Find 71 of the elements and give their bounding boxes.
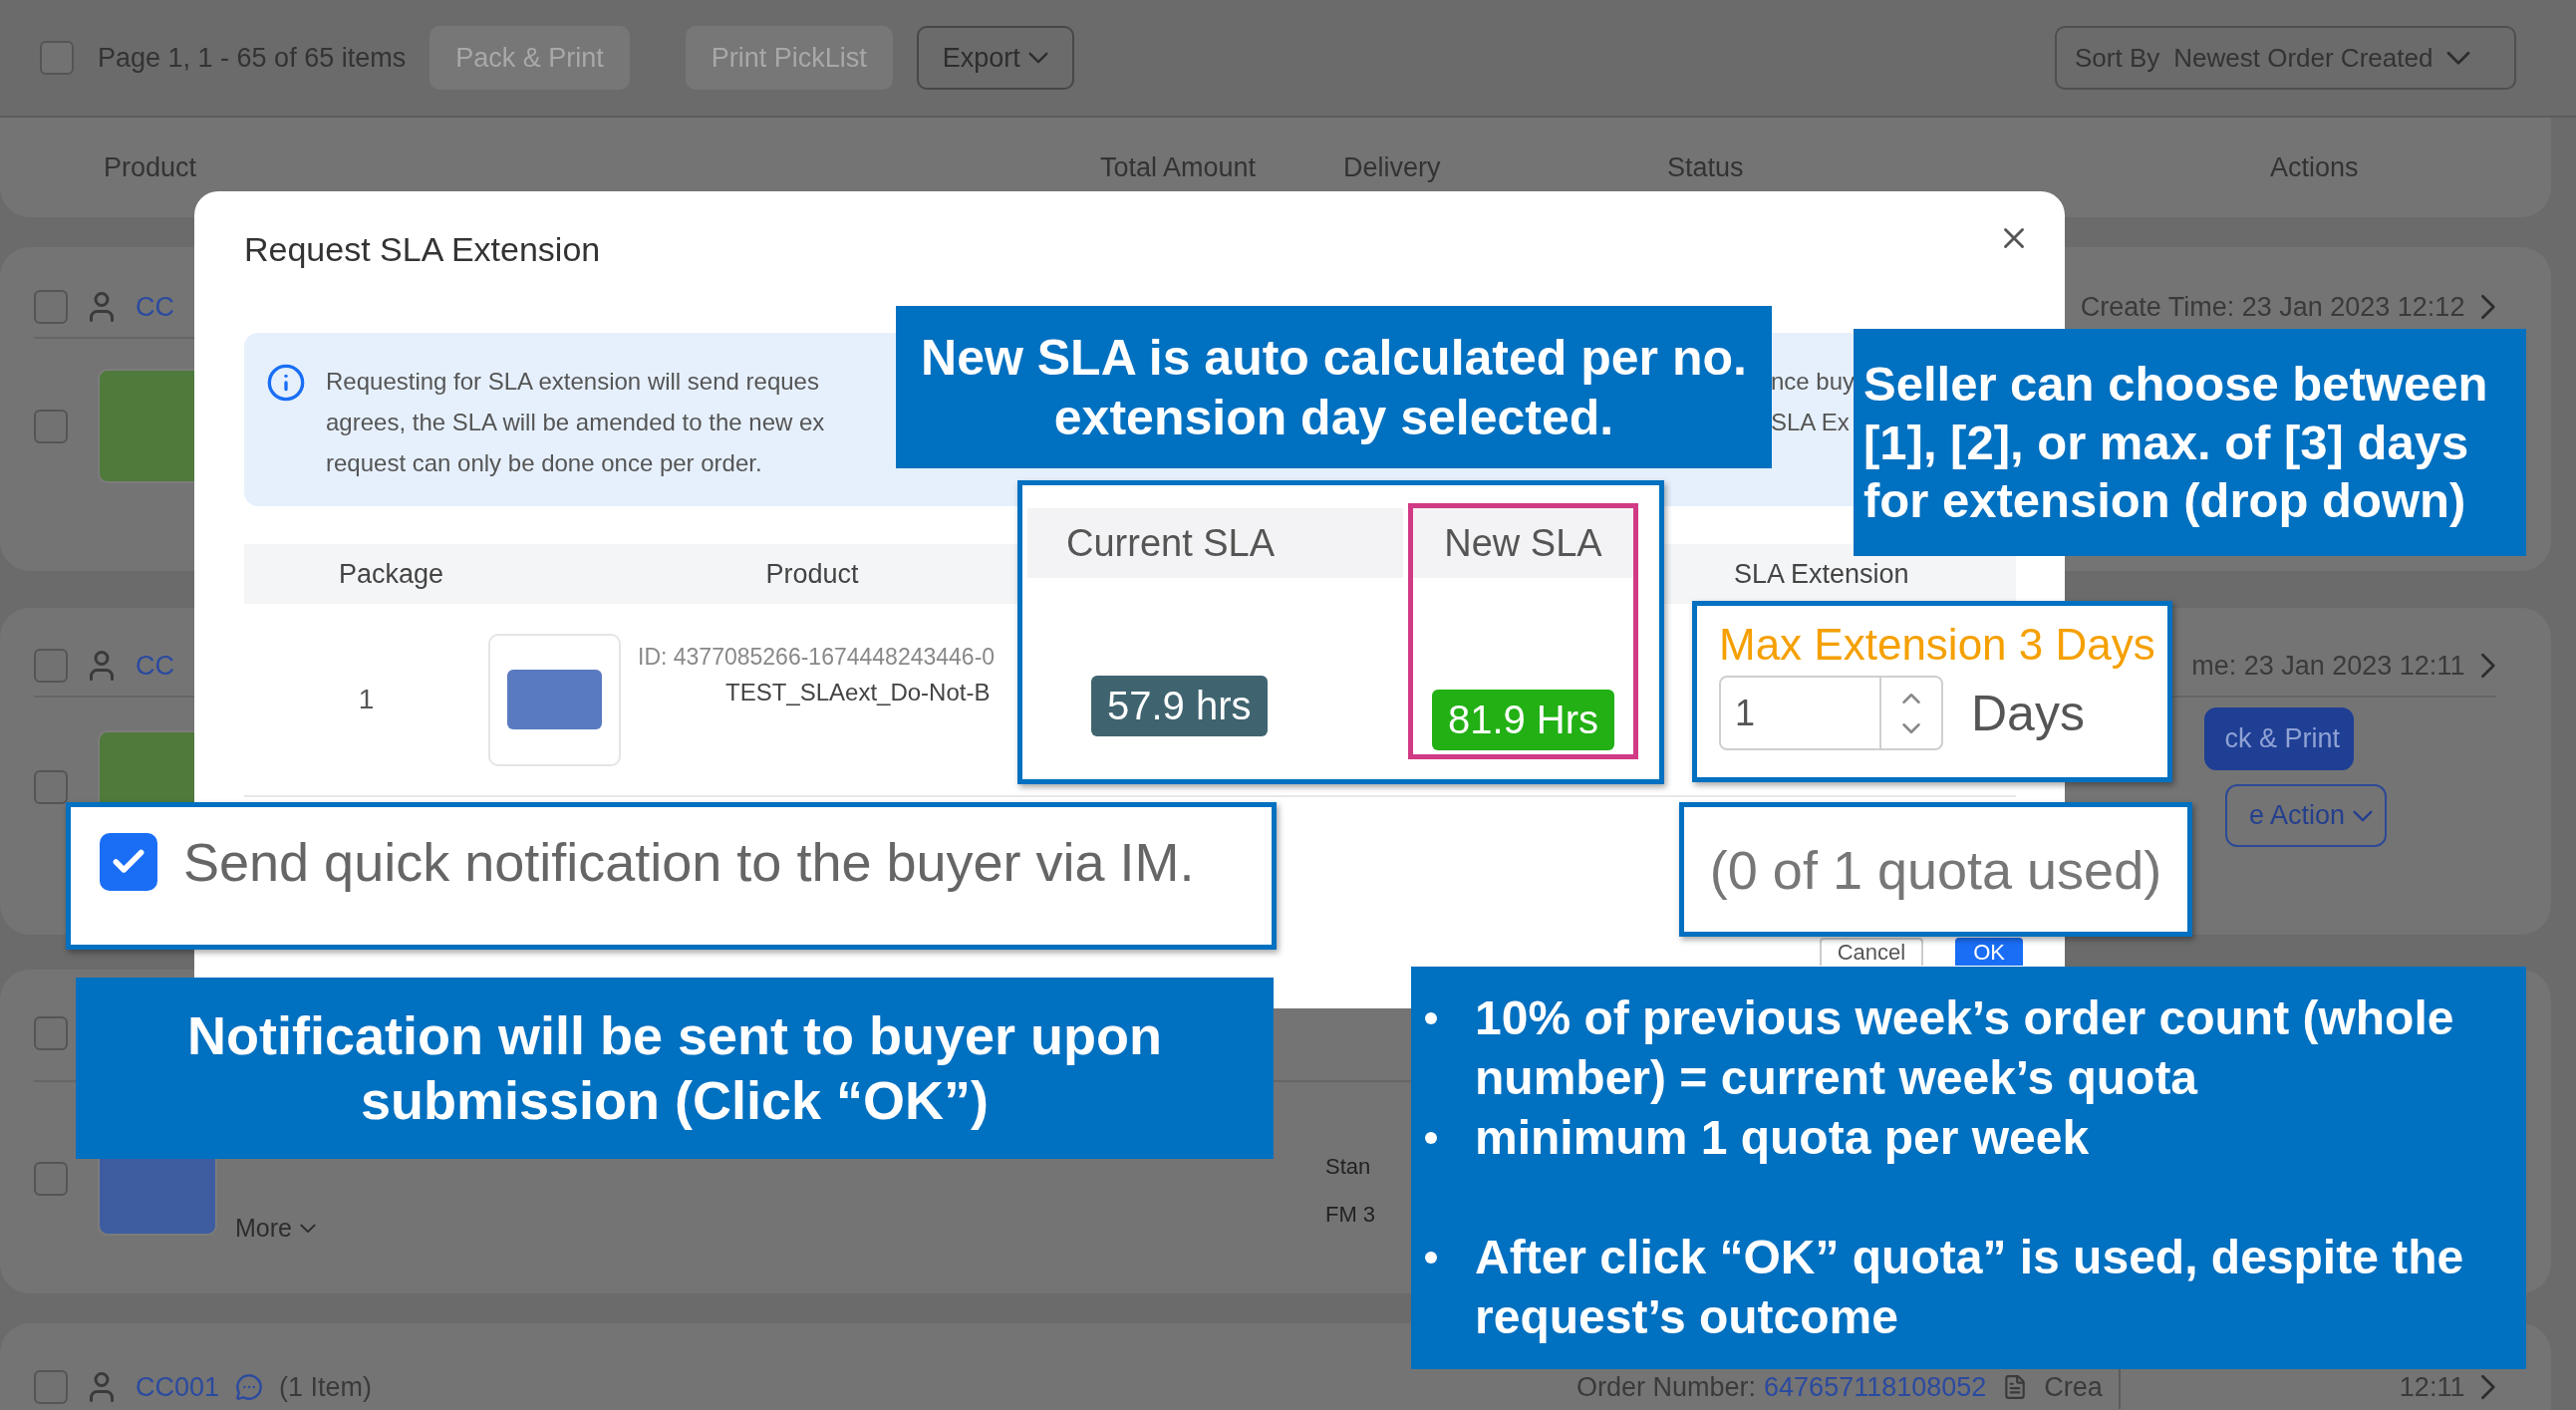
buyer-link[interactable]: CC (136, 650, 174, 682)
info-text: request can only be done once per order. (326, 448, 763, 478)
callout-note: New SLA is auto calculated per no. extension day selected. (896, 306, 1772, 468)
checkbox[interactable] (34, 1370, 68, 1404)
sla-badge: 81.9 Hrs (1431, 690, 1615, 750)
product-id: ID: 4377085266-1674448243446-0 (638, 644, 997, 671)
checkbox[interactable] (34, 1016, 68, 1050)
sort-dropdown[interactable]: Sort By Newest Order Created (2055, 26, 2516, 90)
column-header: Product (764, 558, 860, 590)
info-text: Requesting for SLA extension will send reques (326, 367, 820, 397)
chevron-down-icon (2446, 50, 2471, 66)
chevron-right-icon[interactable] (2480, 653, 2496, 679)
chevron-down-icon (2353, 809, 2373, 822)
column-header: Package (337, 558, 445, 590)
checkbox[interactable] (34, 1161, 68, 1196)
sla-badge: 57.9 hrs (1091, 676, 1268, 736)
info-text: SLA Ex (1771, 408, 1851, 437)
checkbox[interactable] (34, 649, 68, 683)
chevron-down-icon (299, 1223, 316, 1234)
callout-note: Notification will be sent to buyer upon submission (Click “OK”) (76, 978, 1274, 1159)
checkbox[interactable] (40, 41, 74, 75)
column-header: Current SLA (1027, 508, 1403, 578)
package-number: 1 (357, 684, 376, 715)
buyer-link[interactable]: CC001 (136, 1371, 220, 1403)
days-input[interactable]: 1 (1719, 676, 1943, 750)
checkbox-label: Send quick notification to the buyer via IM. (183, 833, 1195, 891)
chevron-down-icon (1027, 52, 1048, 64)
ok-button[interactable]: OK (1955, 938, 2023, 966)
order-number-label: Order Number: (1576, 1371, 1757, 1403)
note-text: minimum 1 quota per week (1475, 1110, 2090, 1166)
column-header: SLA Extension (1734, 558, 1910, 590)
column-header: Actions (2270, 151, 2360, 183)
buyer-link[interactable]: CC (136, 291, 174, 323)
delivery-text: Stan (1324, 1154, 1372, 1180)
item-count: (1 Item) (279, 1371, 373, 1403)
dialog-title: Request SLA Extension (244, 229, 602, 270)
order-number-link[interactable]: 647657118108052 (1764, 1371, 1987, 1403)
checkbox[interactable] (34, 770, 68, 804)
bullet-icon (1425, 1132, 1437, 1144)
create-time: Crea (2044, 1371, 2103, 1403)
column-header: Total Amount (1100, 151, 1258, 183)
pack-print-button[interactable]: ck & Print (2204, 707, 2354, 770)
chat-icon[interactable] (235, 1373, 264, 1401)
info-text: agrees, the SLA will be amended to the new ex (326, 408, 826, 437)
product-name: TEST_SLAext_Do-Not-B (725, 679, 992, 706)
max-extension-label: Max Extension 3 Days (1719, 620, 2155, 669)
delivery-text: FM 3 (1324, 1202, 1376, 1228)
column-header: New SLA (1413, 508, 1633, 578)
cancel-button[interactable]: Cancel (1819, 938, 1924, 966)
note-text: After click “OK” quota” is used, despite the request’s outcome (1475, 1230, 2465, 1345)
days-unit: Days (1971, 684, 2085, 742)
export-dropdown[interactable]: Export (916, 26, 1074, 90)
quota-text: (0 of 1 quota used) (1709, 838, 2162, 901)
bullet-icon (1425, 1252, 1437, 1264)
info-icon (266, 363, 306, 403)
checkbox[interactable] (100, 833, 157, 891)
page-info: Page 1, 1 - 65 of 65 items (98, 42, 407, 74)
column-header: Product (104, 151, 198, 183)
column-header: Status (1667, 151, 1745, 183)
more-link[interactable]: More (235, 1214, 316, 1243)
callout-note: Seller can choose between [1], [2], or max. of [3] days for extension (drop down) (1854, 329, 2526, 556)
action-dropdown[interactable]: e Action (2225, 784, 2387, 847)
checkbox[interactable] (34, 409, 68, 443)
create-time: Create Time: 23 Jan 2023 12:12 (2080, 291, 2465, 323)
create-time: me: 23 Jan 2023 12:11 (2191, 650, 2465, 682)
create-time: 12:11 (2399, 1371, 2465, 1403)
checkbox[interactable] (34, 290, 68, 324)
column-header: Delivery (1343, 151, 1442, 183)
chevron-right-icon[interactable] (2480, 1374, 2496, 1400)
bullet-icon (1425, 1012, 1437, 1024)
chevron-right-icon[interactable] (2480, 294, 2496, 320)
